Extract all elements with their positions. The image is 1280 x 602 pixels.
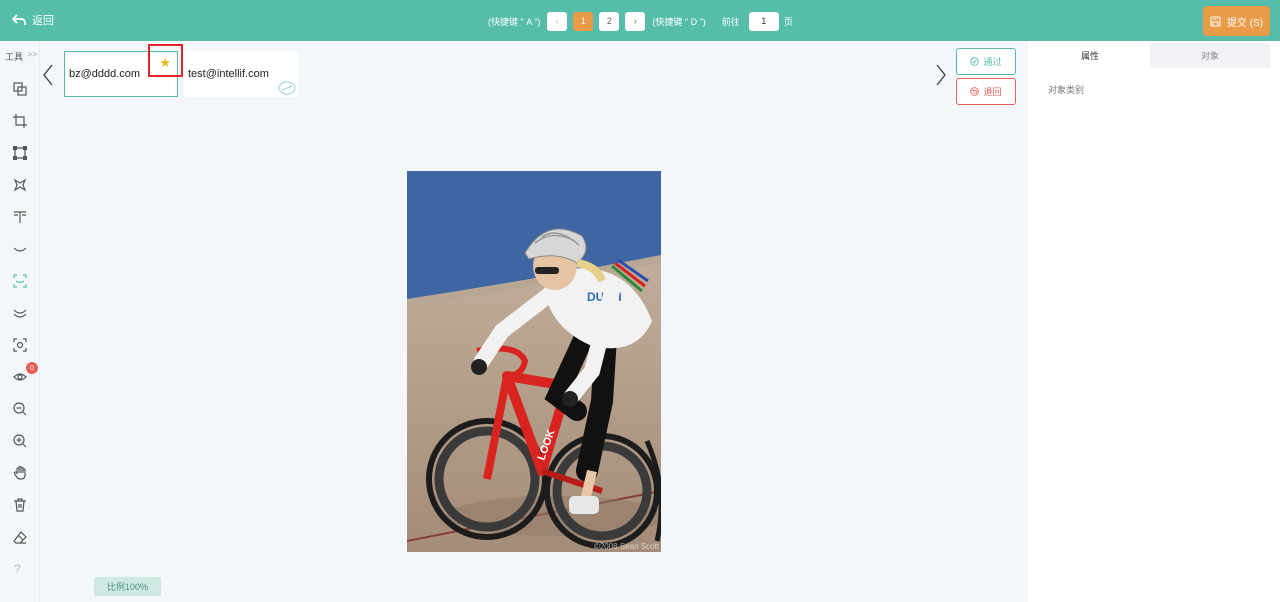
prev-page-button[interactable]: ‹ bbox=[547, 11, 568, 31]
help-icon[interactable]: ? bbox=[14, 562, 21, 576]
goto-page-input[interactable] bbox=[748, 11, 779, 31]
properties-panel: 属性 对象 对象类别 bbox=[1028, 41, 1280, 602]
page-1-button[interactable]: 1 bbox=[573, 11, 594, 31]
reject-label: 退回 bbox=[983, 87, 1002, 97]
highlight-box bbox=[148, 44, 183, 77]
chevron-left-icon bbox=[43, 64, 53, 86]
back-label: 返回 bbox=[32, 15, 54, 27]
reject-button[interactable]: 退回 bbox=[956, 78, 1016, 105]
prev-shortcut-hint: (快捷键 " A ") bbox=[488, 16, 541, 27]
annotator-card-2[interactable]: test@intellif.com bbox=[184, 51, 298, 97]
pagination: (快捷键 " A ") ‹ 1 2 › (快捷键 " D ") 前往 页 bbox=[484, 11, 793, 31]
hand-icon[interactable] bbox=[10, 463, 30, 483]
tab-objects[interactable]: 对象 bbox=[1150, 43, 1270, 68]
save-icon bbox=[1210, 15, 1221, 27]
rectangle-icon[interactable] bbox=[10, 143, 30, 163]
hidden-count-badge: 0 bbox=[26, 362, 38, 374]
trash-icon[interactable] bbox=[10, 495, 30, 515]
pass-button[interactable]: 通过 bbox=[956, 48, 1016, 75]
submit-button[interactable]: 提交 (S) bbox=[1203, 6, 1270, 36]
crop-icon[interactable] bbox=[10, 111, 30, 131]
prev-annotator-button[interactable] bbox=[41, 63, 55, 87]
chevron-left-icon: ‹ bbox=[555, 16, 559, 26]
chevron-right-icon bbox=[936, 64, 946, 86]
zoom-in-icon[interactable] bbox=[10, 431, 30, 451]
back-button[interactable]: 返回 bbox=[12, 12, 54, 28]
curve-icon[interactable] bbox=[10, 239, 30, 259]
next-annotator-button[interactable] bbox=[934, 63, 948, 87]
page-2-button[interactable]: 2 bbox=[599, 11, 620, 31]
double-curve-icon[interactable] bbox=[10, 303, 30, 323]
zoom-out-icon[interactable] bbox=[10, 399, 30, 419]
next-page-button[interactable]: › bbox=[625, 11, 646, 31]
toolbar-title: 工具 bbox=[5, 52, 24, 62]
top-bar: 返回 (快捷键 " A ") ‹ 1 2 › (快捷键 " D ") 前往 页 … bbox=[0, 0, 1280, 41]
pass-label: 通过 bbox=[983, 57, 1002, 67]
object-class-label: 对象类别 bbox=[1048, 85, 1085, 95]
photo-watermark: ©2008 Sean Scott bbox=[594, 542, 660, 551]
check-circle-icon bbox=[970, 57, 980, 66]
cyclist-image: LOOK DUCH ©2008 Sean Scott bbox=[407, 171, 661, 552]
panel-tabs: 属性 对象 bbox=[1030, 43, 1270, 68]
annotator-email: bz@dddd.com bbox=[69, 68, 141, 80]
page-suffix: 页 bbox=[783, 16, 793, 27]
undo-circle-icon bbox=[970, 87, 980, 96]
goto-label: 前往 bbox=[721, 16, 740, 27]
chevron-right-icon: › bbox=[633, 16, 637, 26]
polygon-icon[interactable] bbox=[10, 175, 30, 195]
text-tool-icon[interactable] bbox=[10, 207, 30, 227]
tool-sidebar: 工具 >> 0 ? bbox=[0, 41, 40, 602]
annotator-email: test@intellif.com bbox=[188, 68, 269, 80]
next-shortcut-hint: (快捷键 " D ") bbox=[652, 16, 706, 27]
annotation-canvas[interactable]: bz@dddd.com ★ test@intellif.com 通过 退回 LO… bbox=[41, 41, 1028, 602]
keypoint-box-icon[interactable] bbox=[10, 271, 30, 291]
crop-copy-icon[interactable] bbox=[10, 79, 30, 99]
return-arrow-icon bbox=[12, 14, 26, 25]
eraser-icon[interactable] bbox=[10, 527, 30, 547]
focus-icon[interactable] bbox=[10, 335, 30, 355]
submit-label: 提交 (S) bbox=[1226, 17, 1264, 29]
zoom-ratio-badge: 比例100% bbox=[94, 577, 161, 596]
stamp-icon bbox=[278, 81, 296, 95]
cyclist-photo[interactable]: LOOK DUCH ©2008 Sean Scott bbox=[407, 171, 661, 552]
expand-toolbar-button[interactable]: >> bbox=[28, 50, 37, 63]
toolbar-header: 工具 >> bbox=[5, 50, 37, 63]
tab-attributes[interactable]: 属性 bbox=[1030, 43, 1150, 68]
